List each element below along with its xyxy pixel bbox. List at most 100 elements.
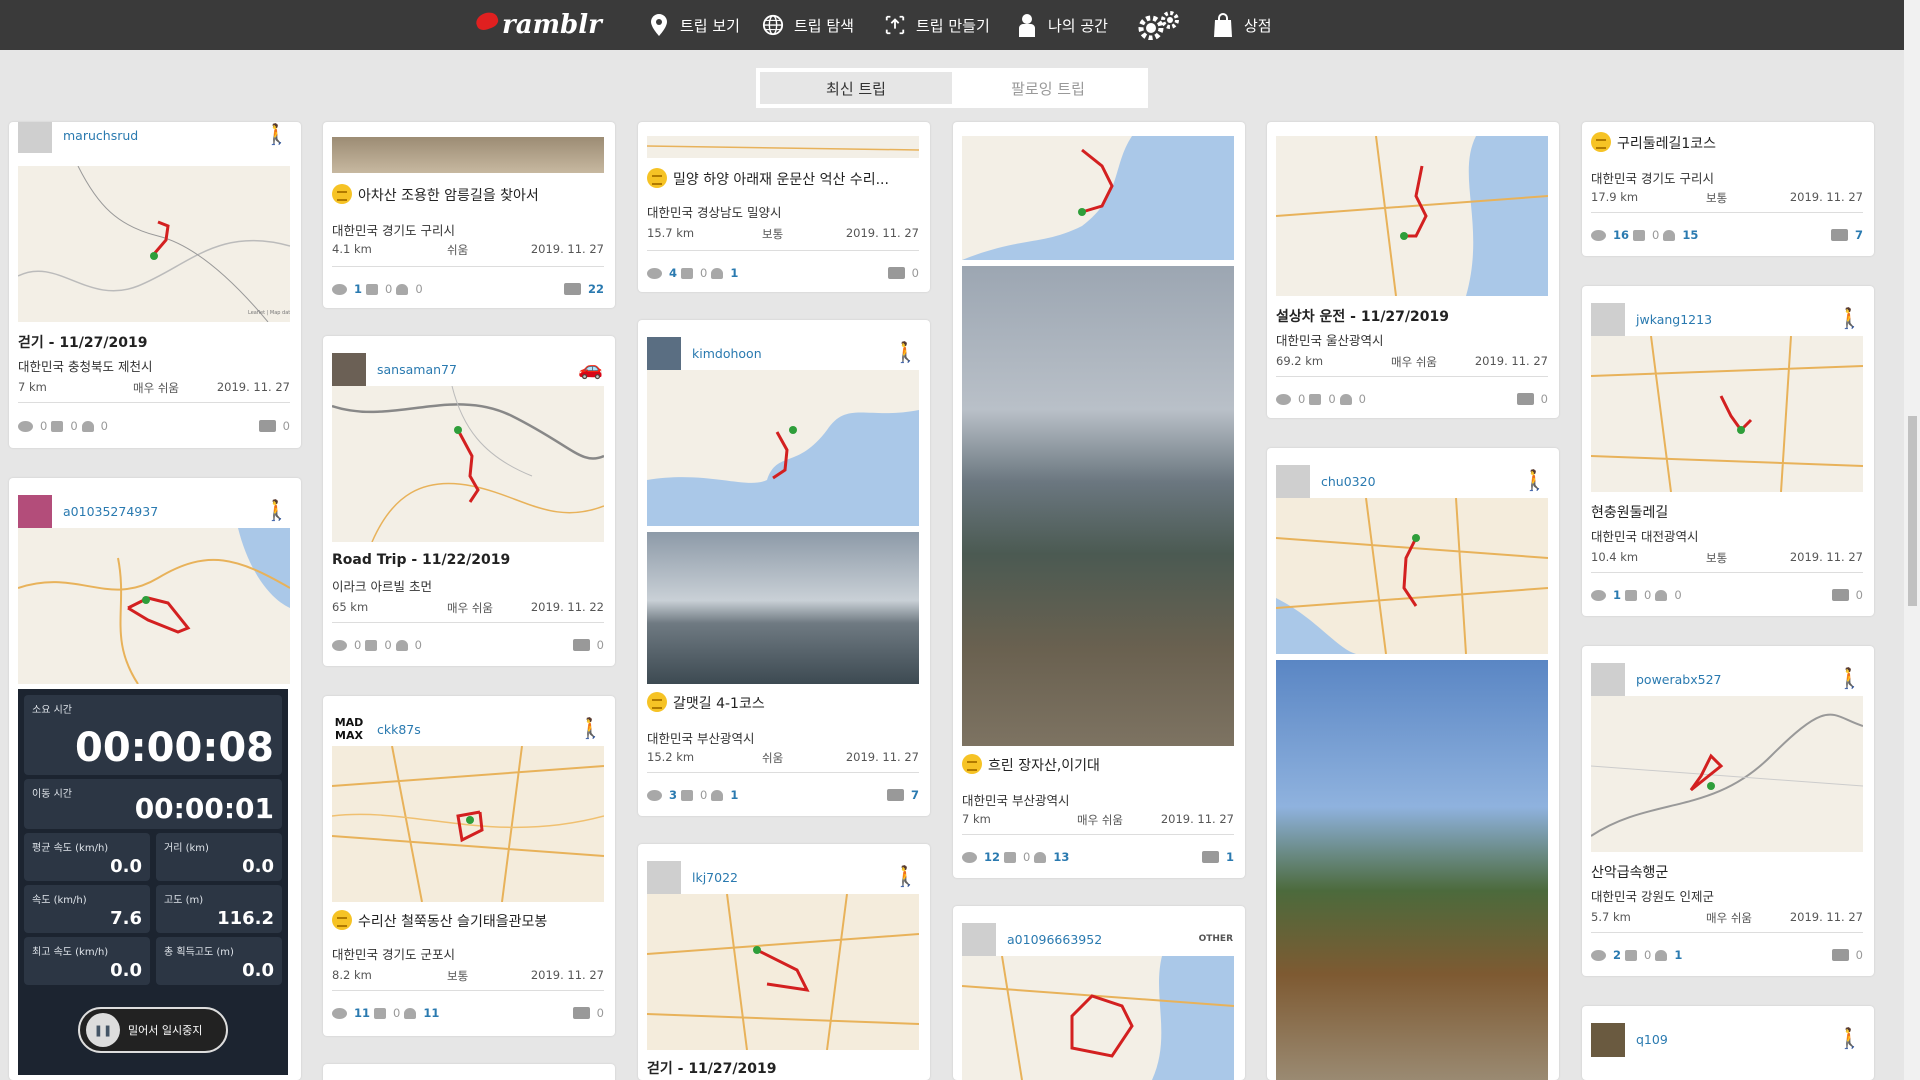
trip-photo[interactable] [1276,660,1548,1080]
username-link[interactable]: ckk87s [377,722,421,737]
trip-title[interactable]: 걷기 - 11/27/2019 [18,332,290,352]
trip-card[interactable]: jwkang1213 🚶 현충원둘레길 대한민국 대전광역시 10.4 km 보통 2… [1582,286,1874,616]
route-map[interactable] [647,136,919,158]
trip-title[interactable]: 아차산 조용한 암릉길을 찾아서 [332,184,604,205]
route-map[interactable] [1591,696,1863,852]
comment-count: 0 [393,1006,401,1020]
scrollbar-thumb[interactable] [1908,416,1917,606]
route-map[interactable] [332,386,604,542]
route-map[interactable] [332,746,604,902]
trip-title[interactable]: 흐린 장자산,이기대 [962,754,1234,775]
avatar[interactable] [1591,303,1625,337]
trophy-badge-icon [647,168,667,188]
avatar[interactable] [18,122,52,153]
hiking-icon: 🚶 [1837,1026,1862,1050]
logo-mark-icon [473,9,501,33]
page-scrollbar[interactable] [1904,0,1920,1080]
username-link[interactable]: powerabx527 [1636,672,1722,687]
nav-view-trips[interactable]: 트립 보기 [648,0,740,50]
trip-card[interactable]: chu0320 🚶 [1267,448,1559,1080]
avatar[interactable] [332,353,366,387]
username-link[interactable]: q109 [1636,1032,1668,1047]
trip-card[interactable]: powerabx527 🚶 산악급속행군 대한민국 강원도 인제군 5.7 km 매… [1582,646,1874,976]
tab-following-trips[interactable]: 팔로잉 트립 [952,72,1144,104]
camera-icon [1201,851,1219,863]
avatar[interactable] [962,923,996,957]
view-count: 0 [1298,392,1306,406]
username-link[interactable]: lkj7022 [692,870,738,885]
route-map[interactable] [647,370,919,526]
username-link[interactable]: chu0320 [1321,474,1376,489]
username-link[interactable]: a01035274937 [63,504,158,519]
trip-title[interactable]: 구리둘레길1코스 [1591,132,1863,153]
trip-title[interactable]: Road Trip - 11/22/2019 [332,552,604,568]
trip-title[interactable]: 수리산 철쭉동산 슬기태을관모봉 [332,910,604,931]
route-map[interactable] [647,894,919,1050]
avg-speed-value: 0.0 [110,856,142,877]
trip-date: 2019. 11. 22 [530,600,604,614]
route-map[interactable] [1276,498,1548,654]
heart-icon [711,789,724,801]
nav-label: 트립 보기 [680,16,740,35]
username-link[interactable]: a01096663952 [1007,932,1102,947]
route-map[interactable] [962,956,1234,1080]
trip-card[interactable]: 구리둘레길1코스 대한민국 경기도 구리시 17.9 km 보통 2019. 11.… [1582,122,1874,256]
trip-photo[interactable] [962,266,1234,746]
avatar[interactable] [647,337,681,371]
avatar[interactable] [18,495,52,529]
like-count: 1 [730,788,739,802]
comment-icon [681,789,694,801]
ramblr-logo[interactable]: ramblr [473,8,602,42]
trip-title-text: 밀양 하양 아래재 운문산 억산 수리... [673,172,889,188]
heart-icon [1655,949,1668,961]
heart-icon [1034,851,1047,863]
photo-count: 1 [1225,850,1234,864]
username-link[interactable]: kimdohoon [692,346,762,361]
username-link[interactable]: sansaman77 [377,362,457,377]
route-map[interactable] [962,136,1234,260]
nav-create-trip[interactable]: 트립 만들기 [884,0,990,50]
avatar[interactable] [647,861,681,895]
trip-card[interactable]: 아차산 조용한 암릉길을 찾아서 대한민국 경기도 구리시 4.1 km 쉬움 20… [323,122,615,308]
trophy-badge-icon [962,754,982,774]
trip-title[interactable]: 갈맷길 4-1코스 [647,692,919,713]
avatar[interactable] [1591,1023,1625,1057]
camera-icon [886,789,904,801]
trip-card[interactable] [323,1064,615,1080]
nav-explore-trips[interactable]: 트립 탐색 [762,0,854,50]
trip-card[interactable]: sansaman77 🚗 Road Trip - 11/22/2019 이라크 아… [323,336,615,666]
trip-card[interactable]: lkj7022 🚶 걷기 - 11/27/2019 [638,844,930,1080]
like-count: 15 [1682,228,1699,242]
trip-card[interactable]: a01096663952 OTHER [953,906,1245,1080]
trip-title[interactable]: 설상차 운전 - 11/27/2019 [1276,306,1548,326]
trip-title[interactable]: 산악급속행군 [1591,862,1863,882]
trip-card[interactable]: q109 🚶 [1582,1006,1874,1080]
trip-title[interactable]: 걷기 - 11/27/2019 [647,1058,919,1078]
trip-card[interactable]: kimdohoon 🚶 갈맷길 4-1코스 대한민국 부산광역시 15.2 km 쉬… [638,320,930,816]
trip-card[interactable]: 설상차 운전 - 11/27/2019 대한민국 울산광역시 69.2 km 매우… [1267,122,1559,418]
avatar[interactable] [1276,465,1310,499]
trip-card[interactable]: 밀양 하양 아래재 운문산 억산 수리... 대한민국 경상남도 밀양시 15.… [638,122,930,292]
nav-shop[interactable]: 상점 [1212,0,1272,50]
route-map[interactable] [18,528,290,684]
route-map[interactable] [1591,336,1863,492]
route-map[interactable]: Leaflet | Map data [18,166,290,322]
trip-card[interactable]: 흐린 장자산,이기대 대한민국 부산광역시 7 km 매우 쉬움 2019. 11.… [953,122,1245,878]
trip-card[interactable]: a01035274937 🚶 소요 시간 00:00:08 이동 시간 00:00:0… [9,478,301,1080]
route-map[interactable] [1276,136,1548,296]
username-link[interactable]: jwkang1213 [1636,312,1712,327]
trip-location: 대한민국 대전광역시 [1591,529,1699,544]
trip-card[interactable]: maruchsrud 🚶 Leaflet | Map data 걷기 - 11/2… [9,122,301,448]
trip-title[interactable]: 밀양 하양 아래재 운문산 억산 수리... [647,168,919,189]
trip-title[interactable]: 현충원둘레길 [1591,502,1863,522]
avatar[interactable]: MAD MAX [332,713,366,747]
trip-photo[interactable] [647,532,919,684]
avatar[interactable] [1591,663,1625,697]
trip-difficulty: 매우 쉬움 [1391,355,1437,369]
tab-latest-trips[interactable]: 최신 트립 [760,72,952,104]
nav-settings[interactable] [1136,0,1182,50]
trip-card[interactable]: MAD MAX ckk87s 🚶 수리산 철쭉동산 슬기태을관모봉 대한민국 경기도… [323,696,615,1036]
trip-photo[interactable] [332,137,604,173]
nav-my-space[interactable]: 나의 공간 [1016,0,1108,50]
username-link[interactable]: maruchsrud [63,128,138,143]
